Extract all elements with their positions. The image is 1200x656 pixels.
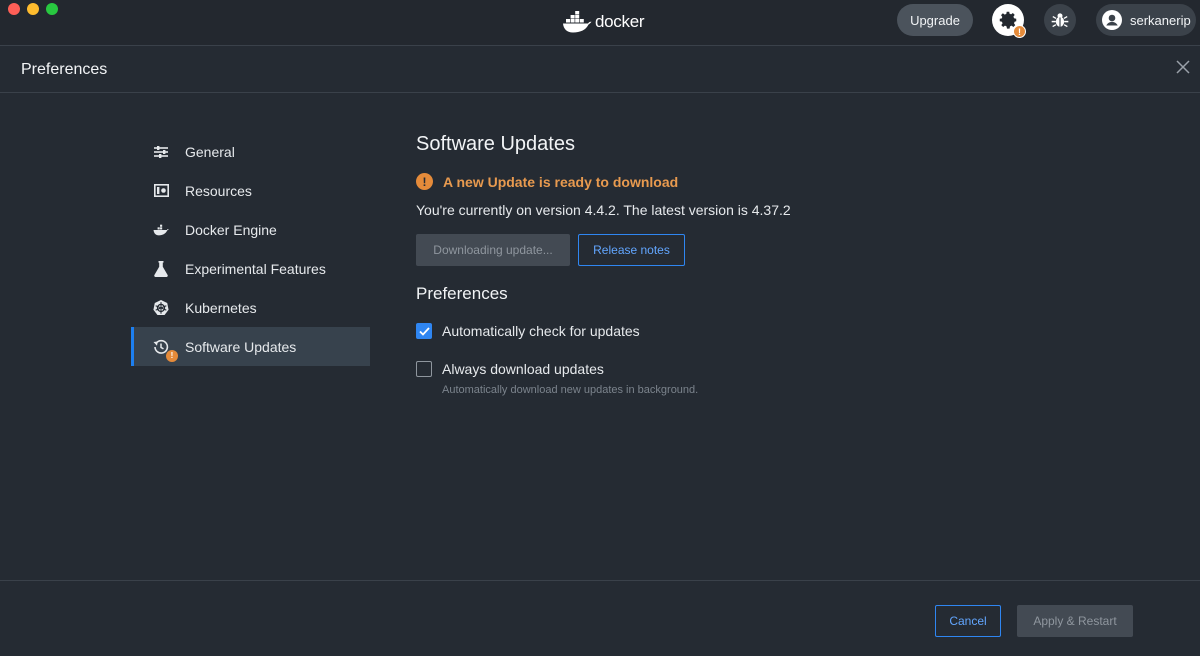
docker-whale-icon (563, 11, 592, 33)
update-alert: ! A new Update is ready to download (416, 173, 1136, 190)
sidebar-item-label: Resources (185, 182, 252, 199)
docker-brand-text: docker (595, 12, 645, 31)
checkmark-icon (418, 326, 430, 336)
account-menu[interactable]: serkanerip (1096, 4, 1196, 36)
troubleshoot-button[interactable] (1044, 4, 1076, 36)
sliders-icon (153, 144, 169, 160)
auto-check-option[interactable]: Automatically check for updates (416, 323, 1136, 339)
auto-check-label: Automatically check for updates (442, 323, 640, 339)
preferences-subtitle: Preferences (416, 284, 508, 303)
whale-icon (153, 222, 169, 238)
sidebar-item-label: Software Updates (185, 338, 297, 355)
settings-button[interactable]: ! (992, 4, 1026, 38)
settings-warning-badge: ! (1013, 25, 1026, 38)
sidebar-item-label: Docker Engine (185, 221, 277, 238)
user-name: serkanerip (1130, 12, 1191, 28)
sidebar-item-kubernetes[interactable]: Kubernetes (131, 288, 370, 327)
window-controls (8, 3, 58, 15)
zoom-window-button[interactable] (46, 3, 58, 15)
page-title: Preferences (21, 61, 108, 78)
history-icon: ! (153, 339, 178, 362)
sidebar-item-label: Kubernetes (185, 299, 257, 316)
update-warning-badge: ! (166, 349, 178, 362)
always-download-hint: Automatically download new updates in ba… (442, 384, 699, 396)
always-download-label: Always download updates (442, 361, 604, 377)
close-window-button[interactable] (8, 3, 20, 15)
title-bar: docker Upgrade ! serkanerip (0, 0, 1200, 46)
software-updates-panel: Software Updates ! A new Update is ready… (416, 132, 1136, 396)
bug-icon (1051, 13, 1069, 28)
cancel-button[interactable]: Cancel (935, 605, 1001, 637)
dialog-footer: Cancel Apply & Restart (0, 580, 1200, 656)
always-download-option[interactable]: Always download updates (416, 361, 1136, 377)
always-download-checkbox[interactable] (416, 361, 432, 377)
user-avatar-icon (1102, 10, 1122, 30)
downloading-update-button[interactable]: Downloading update... (416, 234, 570, 266)
flask-icon (153, 260, 169, 277)
alert-text: A new Update is ready to download (443, 173, 679, 190)
version-info: You're currently on version 4.4.2. The l… (416, 202, 791, 218)
helm-wheel-icon (153, 299, 169, 316)
close-icon[interactable] (1175, 59, 1191, 75)
sidebar-item-general[interactable]: General (131, 132, 370, 171)
preferences-header: Preferences (0, 47, 1200, 93)
warning-icon: ! (416, 173, 433, 190)
sidebar-item-resources[interactable]: Resources (131, 171, 370, 210)
minimize-window-button[interactable] (27, 3, 39, 15)
sidebar-item-docker-engine[interactable]: Docker Engine (131, 210, 370, 249)
preferences-sidebar: General Resources Docker Engine Experime… (131, 132, 370, 366)
upgrade-button[interactable]: Upgrade (897, 4, 973, 36)
sidebar-item-label: Experimental Features (185, 260, 326, 277)
update-actions: Downloading update... Release notes (416, 234, 1136, 266)
sidebar-item-experimental-features[interactable]: Experimental Features (131, 249, 370, 288)
resources-icon (153, 183, 169, 199)
sidebar-item-software-updates[interactable]: ! Software Updates (131, 327, 370, 366)
sidebar-item-label: General (185, 143, 235, 160)
docker-logo: docker (562, 9, 645, 35)
release-notes-button[interactable]: Release notes (578, 234, 685, 266)
apply-restart-button[interactable]: Apply & Restart (1017, 605, 1133, 637)
auto-check-checkbox[interactable] (416, 323, 432, 339)
section-title: Software Updates (416, 133, 575, 155)
